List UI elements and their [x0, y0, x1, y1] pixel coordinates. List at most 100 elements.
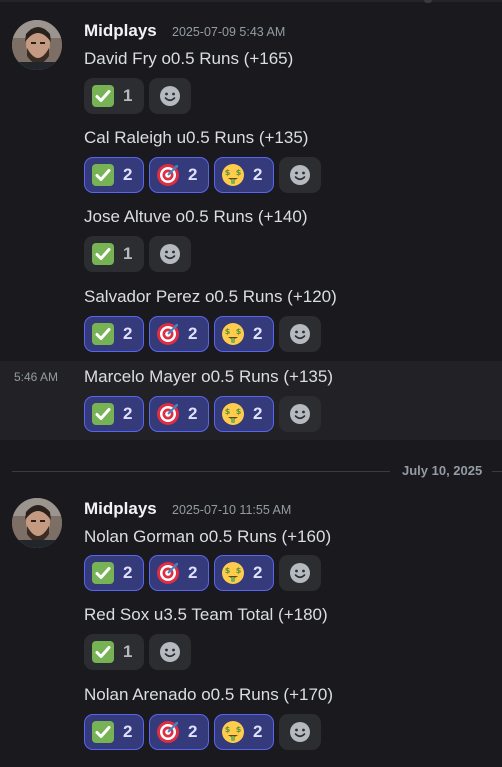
money-face-icon: $ $ — [222, 323, 244, 345]
reaction-money-face[interactable]: $ $ 2 — [214, 157, 274, 193]
reaction-count: 2 — [123, 404, 133, 423]
smiley-icon — [160, 244, 180, 264]
reaction-target[interactable]: 2 — [149, 714, 209, 750]
target-icon — [157, 164, 179, 186]
check-mark-icon — [92, 403, 114, 425]
svg-text:$: $ — [225, 407, 231, 416]
svg-text:$: $ — [236, 407, 242, 416]
reaction-count: 2 — [123, 324, 133, 343]
hover-timestamp[interactable]: 5:46 AM — [14, 370, 58, 384]
check-mark-icon — [92, 164, 114, 186]
reaction-check[interactable]: 1 — [84, 634, 144, 670]
avatar[interactable] — [12, 498, 62, 548]
reaction-count: 1 — [123, 244, 133, 263]
add-reaction-button[interactable] — [279, 316, 321, 352]
smiley-icon — [290, 324, 310, 344]
avatar[interactable] — [12, 20, 62, 70]
reaction-money-face[interactable]: $ $ 2 — [214, 555, 274, 591]
message-text: Cal Raleigh u0.5 Runs (+135) — [84, 128, 309, 147]
message-text: Nolan Gorman o0.5 Runs (+160) — [84, 527, 332, 546]
money-face-icon: $ $ — [222, 721, 244, 743]
reaction-count: 1 — [123, 86, 133, 105]
reaction-money-face[interactable]: $ $ 2 — [214, 396, 274, 432]
message-text: Jose Altuve o0.5 Runs (+140) — [84, 207, 308, 226]
reaction-count: 2 — [123, 722, 133, 741]
message-timestamp[interactable]: 2025-07-10 11:55 AM — [172, 503, 291, 517]
reaction-check[interactable]: 2 — [84, 157, 144, 193]
target-icon — [157, 323, 179, 345]
message-text: David Fry o0.5 Runs (+165) — [84, 49, 294, 68]
reaction-check[interactable]: 2 — [84, 316, 144, 352]
svg-text:$: $ — [225, 725, 231, 734]
reaction-target[interactable]: 2 — [149, 316, 209, 352]
add-reaction-button[interactable] — [279, 555, 321, 591]
author-name[interactable]: Midplays — [84, 21, 157, 41]
message-text: Marcelo Mayer o0.5 Runs (+135) — [84, 367, 333, 386]
add-reaction-button[interactable] — [149, 634, 191, 670]
target-icon — [157, 721, 179, 743]
reaction-check[interactable]: 1 — [84, 236, 144, 272]
scroll-indicator — [424, 0, 432, 3]
reaction-count: 2 — [253, 722, 263, 741]
reaction-check[interactable]: 2 — [84, 396, 144, 432]
reaction-count: 2 — [253, 324, 263, 343]
reaction-count: 1 — [123, 642, 133, 661]
svg-text:$: $ — [225, 566, 231, 575]
reaction-bar: 1 — [84, 236, 191, 274]
smiley-icon — [290, 165, 310, 185]
reaction-count: 2 — [253, 165, 263, 184]
check-mark-icon — [92, 562, 114, 584]
add-reaction-button[interactable] — [279, 396, 321, 432]
reaction-bar: 1 — [84, 634, 191, 672]
add-reaction-button[interactable] — [149, 236, 191, 272]
add-reaction-button[interactable] — [149, 78, 191, 114]
reaction-count: 2 — [253, 563, 263, 582]
reaction-check[interactable]: 2 — [84, 714, 144, 750]
svg-text:$: $ — [236, 168, 242, 177]
reaction-target[interactable]: 2 — [149, 555, 209, 591]
reaction-check[interactable]: 2 — [84, 555, 144, 591]
target-icon — [157, 403, 179, 425]
reaction-target[interactable]: 2 — [149, 157, 209, 193]
check-mark-icon — [92, 721, 114, 743]
reaction-count: 2 — [188, 165, 198, 184]
reaction-money-face[interactable]: $ $ 2 — [214, 316, 274, 352]
avatar-image — [12, 498, 62, 548]
add-reaction-button[interactable] — [279, 714, 321, 750]
reaction-count: 2 — [188, 563, 198, 582]
reaction-bar: 2 2 $ $ 2 — [84, 316, 321, 354]
reaction-count: 2 — [123, 563, 133, 582]
smiley-icon — [290, 563, 310, 583]
reaction-bar: 2 2 $ $ 2 — [84, 396, 321, 434]
smiley-icon — [290, 404, 310, 424]
reaction-count: 2 — [253, 404, 263, 423]
reaction-count: 2 — [188, 722, 198, 741]
svg-text:$: $ — [236, 327, 242, 336]
reaction-bar: 2 2 $ $ 2 — [84, 157, 321, 195]
svg-text:$: $ — [225, 168, 231, 177]
reaction-count: 2 — [123, 165, 133, 184]
reaction-check[interactable]: 1 — [84, 78, 144, 114]
message-timestamp[interactable]: 2025-07-09 5:43 AM — [172, 25, 285, 39]
reaction-count: 2 — [188, 324, 198, 343]
reaction-target[interactable]: 2 — [149, 396, 209, 432]
check-mark-icon — [92, 243, 114, 265]
reaction-bar: 2 2 $ $ 2 — [84, 714, 321, 752]
author-name[interactable]: Midplays — [84, 499, 157, 519]
smiley-icon — [160, 86, 180, 106]
money-face-icon: $ $ — [222, 164, 244, 186]
svg-text:$: $ — [236, 566, 242, 575]
reaction-money-face[interactable]: $ $ 2 — [214, 714, 274, 750]
date-divider-label: July 10, 2025 — [402, 463, 483, 478]
svg-text:$: $ — [236, 725, 242, 734]
reaction-bar: 1 — [84, 78, 191, 116]
smiley-icon — [160, 642, 180, 662]
add-reaction-button[interactable] — [279, 157, 321, 193]
check-mark-icon — [92, 323, 114, 345]
smiley-icon — [290, 722, 310, 742]
svg-text:$: $ — [225, 327, 231, 336]
message-text: Nolan Arenado o0.5 Runs (+170) — [84, 685, 334, 704]
check-mark-icon — [92, 85, 114, 107]
avatar-image — [12, 20, 62, 70]
money-face-icon: $ $ — [222, 403, 244, 425]
